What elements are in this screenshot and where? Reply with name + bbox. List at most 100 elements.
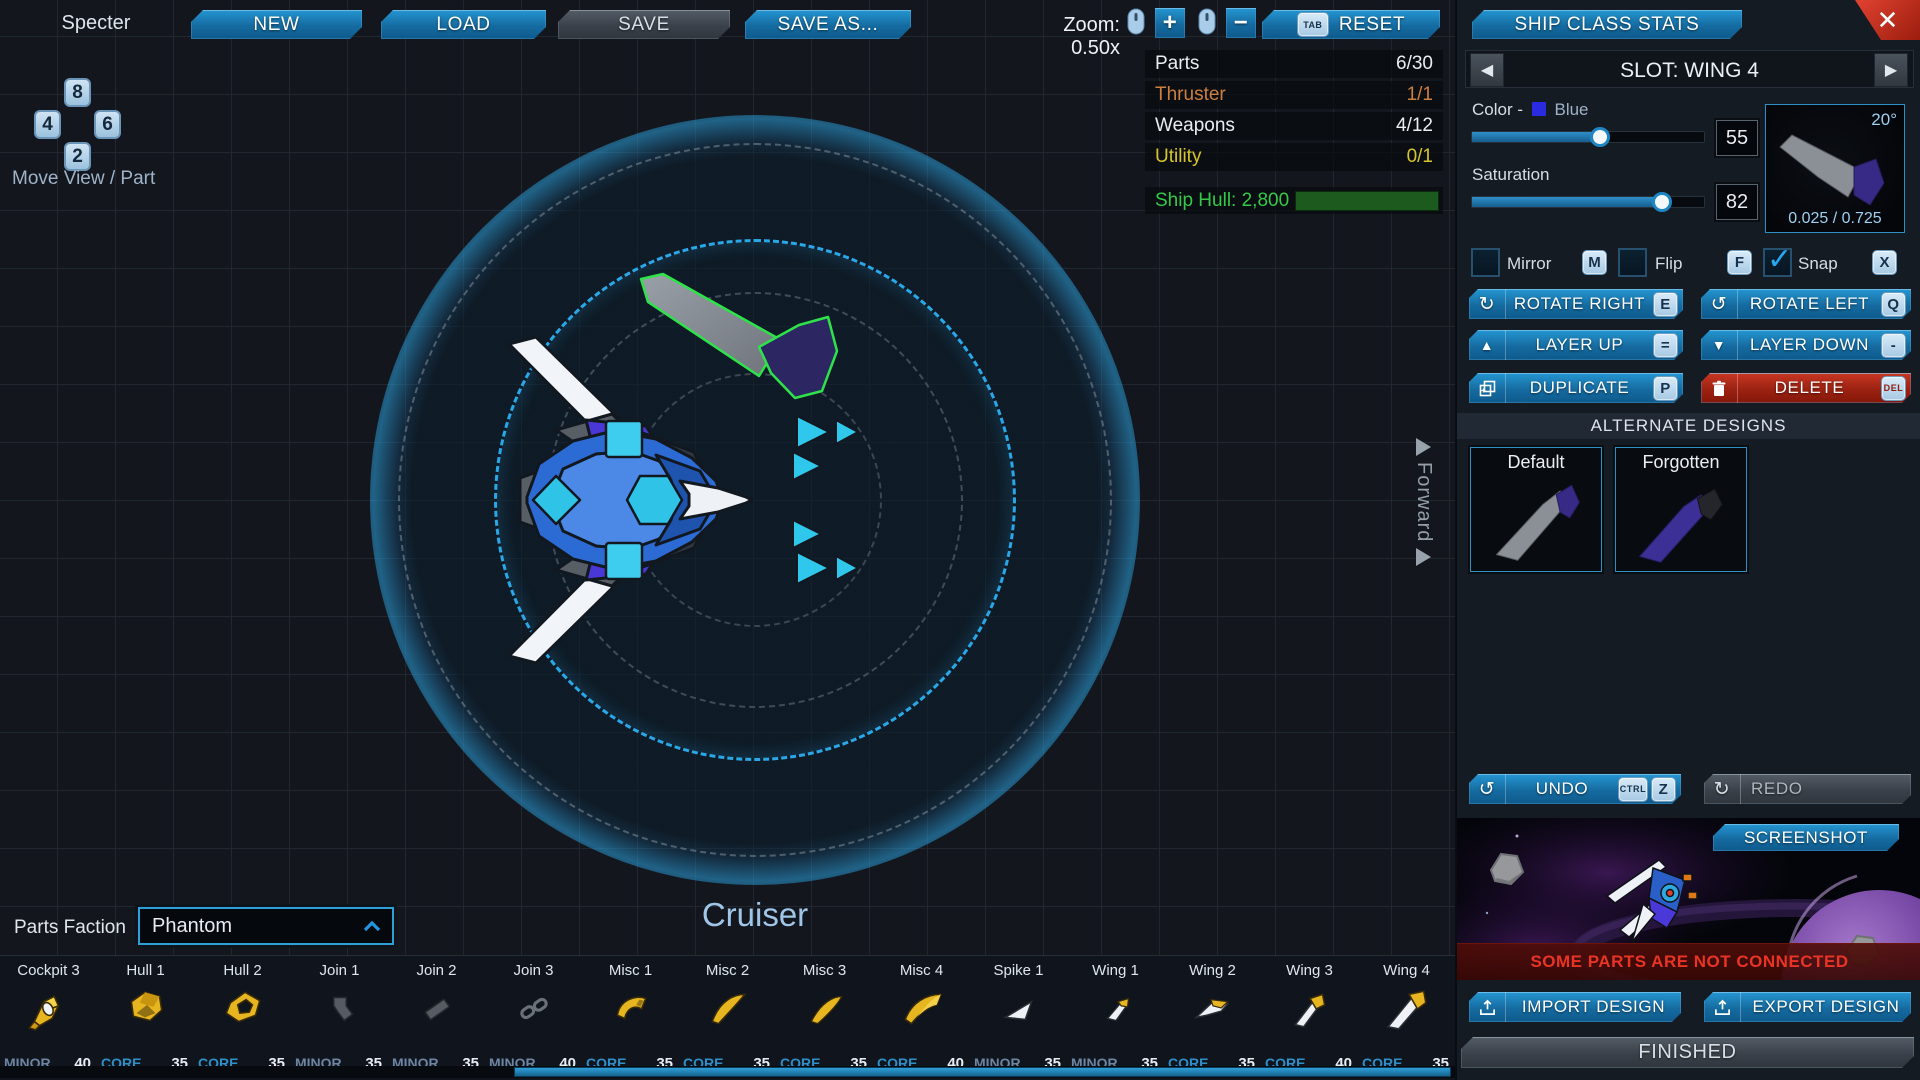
rotate-right-button[interactable]: ↻ ROTATE RIGHT E bbox=[1469, 289, 1683, 319]
part-card[interactable]: Hull 1 CORE 35 bbox=[97, 956, 194, 1080]
chevron-up-icon bbox=[362, 919, 382, 933]
snap-checkbox[interactable]: ✓ bbox=[1763, 248, 1792, 277]
stat-value: 4/12 bbox=[1396, 115, 1433, 137]
part-icon bbox=[1093, 986, 1139, 1037]
part-card[interactable]: Wing 1 MINOR 35 bbox=[1067, 956, 1164, 1080]
part-name: Join 3 bbox=[485, 962, 582, 979]
ship-class-stats-button[interactable]: SHIP CLASS STATS bbox=[1472, 10, 1742, 39]
part-icon bbox=[1287, 986, 1333, 1037]
part-name: Hull 1 bbox=[97, 962, 194, 979]
import-design-button[interactable]: IMPORT DESIGN bbox=[1469, 992, 1681, 1022]
tab-key-icon: TAB bbox=[1297, 12, 1329, 37]
slot-title: SLOT: WING 4 bbox=[1517, 59, 1862, 83]
part-icon bbox=[1384, 986, 1430, 1037]
new-button[interactable]: NEW bbox=[191, 10, 362, 39]
zoom-out-button[interactable]: − bbox=[1226, 8, 1256, 38]
export-design-button[interactable]: EXPORT DESIGN bbox=[1704, 992, 1911, 1022]
color-name: Blue bbox=[1554, 100, 1588, 119]
parts-scrollbar-track[interactable] bbox=[0, 1066, 1455, 1078]
reset-view-button[interactable]: TAB RESET bbox=[1262, 10, 1440, 39]
part-name: Wing 2 bbox=[1164, 962, 1261, 979]
save-button[interactable]: SAVE bbox=[558, 10, 730, 39]
part-card[interactable]: Join 3 MINOR 40 bbox=[485, 956, 582, 1080]
part-card[interactable]: Cockpit 3 MINOR 40 bbox=[0, 956, 97, 1080]
color-label: Color - Blue bbox=[1472, 100, 1589, 120]
color-slider[interactable] bbox=[1471, 131, 1705, 143]
part-card[interactable]: Join 1 MINOR 35 bbox=[291, 956, 388, 1080]
redo-button[interactable]: ↻ REDO bbox=[1704, 774, 1911, 804]
mirror-key-icon: M bbox=[1582, 250, 1607, 275]
part-name: Join 1 bbox=[291, 962, 388, 979]
part-card[interactable]: Misc 2 CORE 35 bbox=[679, 956, 776, 1080]
undo-button[interactable]: ↺ UNDO CTRL Z bbox=[1469, 774, 1681, 804]
saturation-slider[interactable] bbox=[1471, 196, 1705, 208]
load-button[interactable]: LOAD bbox=[381, 10, 546, 39]
part-card[interactable]: Join 2 MINOR 35 bbox=[388, 956, 485, 1080]
part-options-panel: SHIP CLASS STATS ◀ ▶ SLOT: WING 4 Color … bbox=[1455, 0, 1920, 1080]
part-name: Cockpit 3 bbox=[0, 962, 97, 979]
move-pad-label: Move View / Part bbox=[12, 168, 155, 190]
saturation-slider-thumb[interactable] bbox=[1652, 192, 1672, 212]
rotate-ccw-icon: ↺ bbox=[1701, 289, 1738, 319]
duplicate-button[interactable]: DUPLICATE P bbox=[1469, 373, 1683, 403]
part-card[interactable]: Hull 2 CORE 35 bbox=[194, 956, 291, 1080]
part-icon bbox=[511, 986, 557, 1037]
stat-label: Thruster bbox=[1155, 84, 1226, 106]
saturation-label: Saturation bbox=[1472, 165, 1550, 185]
part-name: Wing 4 bbox=[1358, 962, 1455, 979]
part-card[interactable]: Wing 2 CORE 35 bbox=[1164, 956, 1261, 1080]
rotate-left-button[interactable]: ↺ ROTATE LEFT Q bbox=[1701, 289, 1911, 319]
ship-name: Specter bbox=[40, 12, 152, 35]
part-name: Join 2 bbox=[388, 962, 485, 979]
rotate-cw-icon: ↻ bbox=[1469, 289, 1506, 319]
check-icon: ✓ bbox=[1767, 242, 1792, 277]
design-thumbnail[interactable]: Default bbox=[1470, 447, 1602, 572]
color-value[interactable]: 55 bbox=[1716, 120, 1758, 156]
mirror-checkbox[interactable] bbox=[1471, 248, 1500, 277]
part-icon bbox=[608, 986, 654, 1037]
part-card[interactable]: Wing 4 CORE 35 bbox=[1358, 956, 1455, 1080]
parts-scrollbar-thumb[interactable] bbox=[514, 1067, 1451, 1077]
part-card[interactable]: Wing 3 CORE 40 bbox=[1261, 956, 1358, 1080]
forward-arrow-icon bbox=[1416, 548, 1431, 566]
part-name: Hull 2 bbox=[194, 962, 291, 979]
part-icon bbox=[317, 986, 363, 1037]
part-card[interactable]: Misc 1 CORE 35 bbox=[582, 956, 679, 1080]
arrow-down-icon: ▼ bbox=[1701, 330, 1738, 360]
stat-row: Utility 0/1 bbox=[1145, 143, 1443, 171]
next-slot-button[interactable]: ▶ bbox=[1874, 53, 1908, 87]
part-icon bbox=[899, 986, 945, 1037]
part-card[interactable]: Misc 4 CORE 40 bbox=[873, 956, 970, 1080]
part-name: Misc 3 bbox=[776, 962, 873, 979]
save-as-button[interactable]: SAVE AS... bbox=[745, 10, 911, 39]
part-card[interactable]: Spike 1 MINOR 35 bbox=[970, 956, 1067, 1080]
part-offset: 0.025 / 0.725 bbox=[1766, 210, 1904, 228]
prev-slot-button[interactable]: ◀ bbox=[1470, 53, 1504, 87]
layer-up-button[interactable]: ▲ LAYER UP = bbox=[1469, 330, 1683, 360]
forward-indicator: Forward bbox=[1412, 438, 1435, 566]
part-card[interactable]: Misc 3 CORE 35 bbox=[776, 956, 873, 1080]
ship-class-label: Cruiser bbox=[655, 896, 855, 934]
part-name: Spike 1 bbox=[970, 962, 1067, 979]
layer-down-button[interactable]: ▼ LAYER DOWN - bbox=[1701, 330, 1911, 360]
delete-button[interactable]: DELETE DEL bbox=[1701, 373, 1911, 403]
disconnected-warning: SOME PARTS ARE NOT CONNECTED bbox=[1457, 943, 1920, 980]
saturation-value[interactable]: 82 bbox=[1716, 184, 1758, 220]
p-key-icon: P bbox=[1653, 376, 1678, 401]
duplicate-icon bbox=[1469, 373, 1506, 403]
parts-faction-dropdown[interactable]: Phantom bbox=[138, 907, 394, 945]
parts-palette: Cockpit 3 MINOR 40 Hull 1 CORE 35 Hull 2 bbox=[0, 955, 1455, 1080]
finished-button[interactable]: FINISHED bbox=[1461, 1037, 1914, 1068]
mouse-scroll-icon bbox=[1198, 8, 1216, 40]
screenshot-button[interactable]: SCREENSHOT bbox=[1713, 824, 1899, 851]
z-key-icon: Z bbox=[1651, 777, 1676, 802]
hull-bar bbox=[1295, 191, 1439, 211]
zoom-in-button[interactable]: + bbox=[1155, 8, 1185, 38]
stat-value: 1/1 bbox=[1407, 84, 1433, 106]
flip-checkbox[interactable] bbox=[1618, 248, 1647, 277]
color-slider-thumb[interactable] bbox=[1590, 127, 1610, 147]
color-swatch bbox=[1532, 102, 1546, 116]
mouse-scroll-icon bbox=[1127, 8, 1145, 40]
e-key-icon: E bbox=[1653, 292, 1678, 317]
design-thumbnail[interactable]: Forgotten bbox=[1615, 447, 1747, 572]
